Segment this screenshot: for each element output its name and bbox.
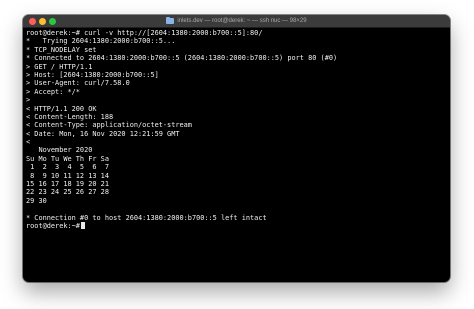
terminal-line: > User-Agent: curl/7.58.0 [26,79,130,88]
terminal-line: > Host: [2604:1380:2000:b700::5] [26,70,159,79]
terminal-line: * Connection #0 to host 2604:1380:2000:b… [26,213,267,222]
shell-prompt: root@derek:~# [26,221,80,230]
terminal-line: Su Mo Tu We Th Fr Sa [26,154,109,163]
folder-icon [166,17,175,24]
window-title-group: inlets.dev — root@derek: ~ — ssh nuc — 9… [23,15,450,27]
terminal-line: > [26,96,31,105]
prompt-line[interactable]: root@derek:~# [26,221,447,230]
terminal-line: root@derek:~# curl -v http://[2604:1380:… [26,29,263,37]
terminal-output[interactable]: root@derek:~# curl -v http://[2604:1380:… [26,29,447,279]
title-bar[interactable]: inlets.dev — root@derek: ~ — ssh nuc — 9… [23,15,450,28]
terminal-line: November 2020 [26,146,93,155]
terminal-line: < Date: Mon, 16 Nov 2020 12:21:59 GMT [26,129,180,138]
window-title: inlets.dev — root@derek: ~ — ssh nuc — 9… [177,18,307,24]
terminal-line: * TCP_NODELAY set [26,45,97,54]
terminal-line: 1 2 3 4 5 6 7 [26,163,109,172]
terminal-line: * Trying 2604:1380:2000:b700::5... [26,37,176,46]
terminal-line: > GET / HTTP/1.1 [26,62,93,71]
terminal-line: < Content-Type: application/octet-stream [26,121,192,130]
terminal-window: inlets.dev — root@derek: ~ — ssh nuc — 9… [23,15,450,282]
terminal-line: > Accept: */* [26,87,80,96]
terminal-line: * Connected to 2604:1380:2000:b700::5 (2… [26,54,338,63]
terminal-line: 29 30 [26,196,47,205]
terminal-line: < [26,138,31,147]
terminal-line: 8 9 10 11 12 13 14 [26,171,109,180]
terminal-line: 22 23 24 25 26 27 28 [26,188,109,197]
terminal-line: < Content-Length: 188 [26,112,114,121]
terminal-line: < HTTP/1.1 200 OK [26,104,97,113]
text-cursor [80,221,85,229]
terminal-line: 15 16 17 18 19 20 21 [26,180,109,189]
